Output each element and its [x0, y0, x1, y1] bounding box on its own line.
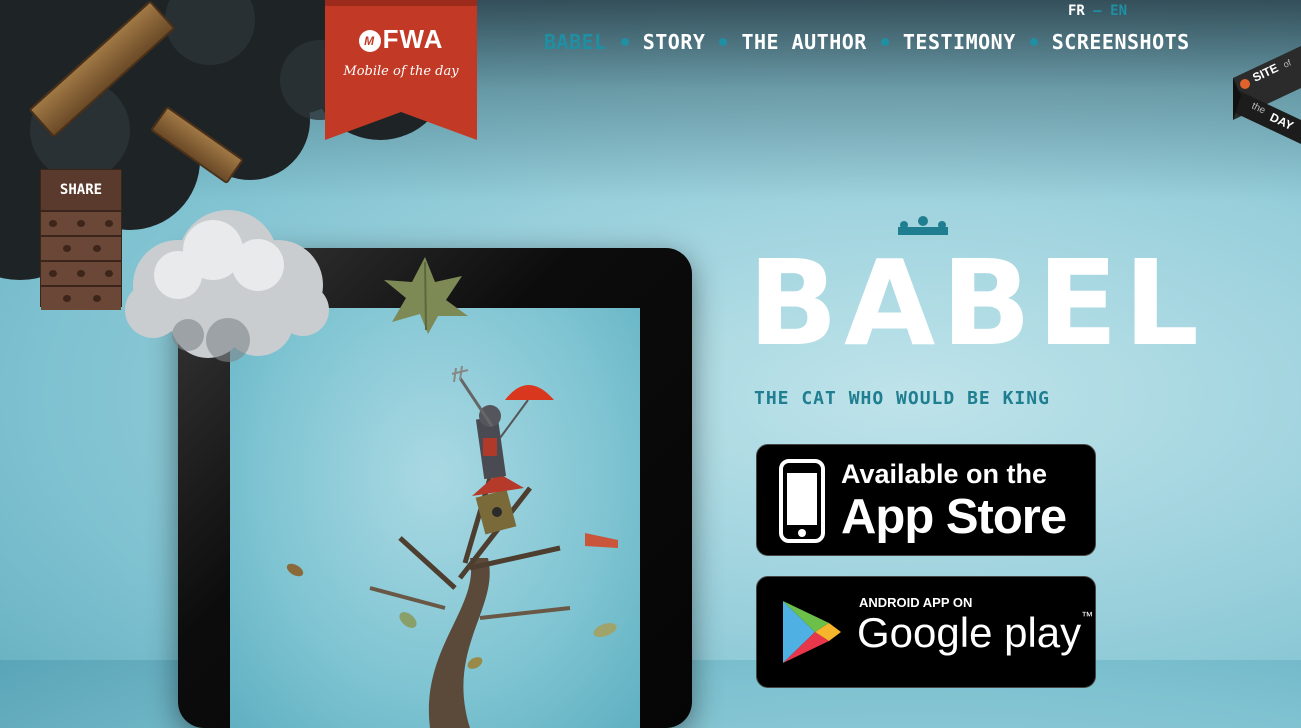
paw-icon: [77, 220, 85, 227]
game-screenshot: [230, 308, 640, 728]
app-store-line1: Available on the: [841, 459, 1048, 489]
lang-fr-link[interactable]: FR: [1068, 3, 1085, 19]
nav-separator-dot: [620, 38, 629, 46]
hero-tagline: THE CAT WHO WOULD BE KING: [754, 388, 1050, 409]
paw-icon: [93, 295, 101, 302]
share-pinterest-button[interactable]: [41, 285, 121, 310]
nav-item-the-author[interactable]: THE AUTHOR: [741, 30, 866, 54]
fwa-logo: M FWA: [325, 24, 477, 55]
paw-icon: [105, 270, 113, 277]
lang-en-link[interactable]: EN: [1110, 3, 1127, 19]
nav-separator-dot: [880, 38, 889, 46]
paw-icon: [49, 270, 57, 277]
white-cloud-illustration: [118, 190, 333, 365]
nav-item-screenshots[interactable]: SCREENSHOTS: [1052, 30, 1190, 54]
paw-icon: [93, 245, 101, 252]
google-play-wordmark: Google play: [857, 609, 1082, 656]
paw-icon: [63, 295, 71, 302]
nav-item-babel[interactable]: BABEL: [544, 30, 607, 54]
share-label: SHARE: [59, 182, 103, 198]
badge-subtitle: Mobile of the day: [343, 64, 459, 79]
nav-item-testimony[interactable]: TESTIMONY: [903, 30, 1016, 54]
nav-item-story[interactable]: STORY: [643, 30, 706, 54]
falling-leaf-illustration: [384, 257, 468, 334]
app-store-line2: App Store: [841, 490, 1067, 544]
lang-separator: –: [1093, 3, 1102, 19]
google-play-line1: ANDROID APP ON: [859, 595, 973, 610]
fwa-mobile-of-the-day-badge[interactable]: M FWA Mobile of the day: [325, 0, 477, 140]
app-store-button[interactable]: Available on the App Store: [756, 444, 1096, 556]
site-of-the-day-badge[interactable]: SITE of the DAY: [1233, 46, 1301, 146]
paw-icon: [77, 270, 85, 277]
fwa-flame-icon: [1240, 79, 1250, 89]
language-switcher: FR – EN: [1068, 3, 1127, 19]
paw-icon: [49, 220, 57, 227]
fwa-brand-text: FWA: [382, 24, 444, 54]
hero-title: BABEL: [748, 234, 1206, 372]
share-google-plus-button[interactable]: [41, 260, 121, 285]
google-play-button[interactable]: ANDROID APP ON Google play™: [756, 576, 1096, 688]
iphone-icon: [779, 459, 825, 543]
trademark-symbol: ™: [1081, 609, 1094, 623]
share-panel: SHARE: [40, 169, 122, 310]
share-twitter-button[interactable]: [41, 235, 121, 260]
google-play-line2: Google play™: [857, 609, 1093, 657]
babel-logo: BABEL: [748, 215, 1206, 375]
paw-icon: [105, 220, 113, 227]
share-facebook-button[interactable]: [41, 210, 121, 235]
nav-separator-dot: [1029, 38, 1038, 46]
google-play-icon: [783, 601, 841, 663]
nav-separator-dot: [719, 38, 728, 46]
fwa-m-mark: M: [358, 30, 381, 52]
paw-icon: [63, 245, 71, 252]
main-nav: BABEL STORY THE AUTHOR TESTIMONY SCREENS…: [544, 30, 1190, 54]
